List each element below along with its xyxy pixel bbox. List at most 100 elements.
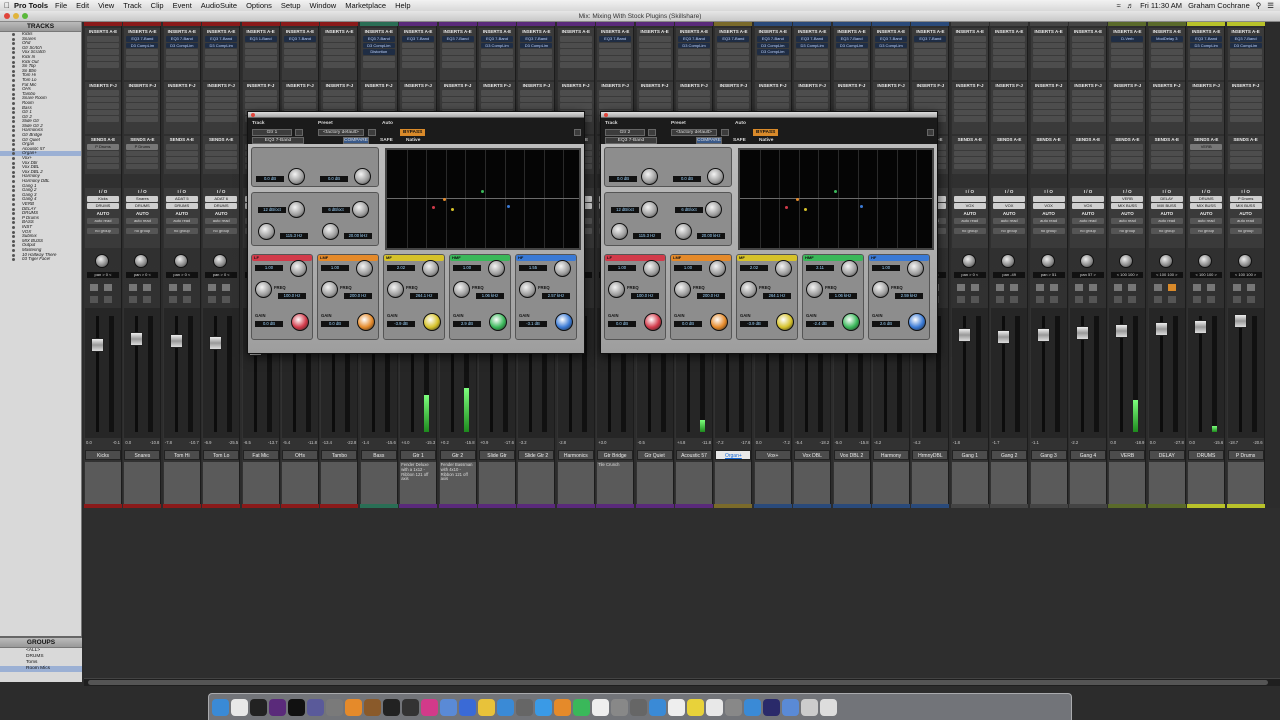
mute-button[interactable]	[1128, 284, 1137, 291]
track-name[interactable]: DRUMS	[1188, 450, 1225, 460]
record-button[interactable]	[208, 296, 217, 303]
preset-menu-button[interactable]	[368, 129, 376, 136]
empty-insert-slot[interactable]	[1190, 62, 1223, 68]
mute-button[interactable]	[143, 284, 152, 291]
track-name[interactable]: P Drums	[1227, 450, 1264, 460]
empty-insert-slot[interactable]	[559, 62, 592, 68]
empty-insert-slot[interactable]	[323, 55, 356, 61]
empty-insert-slot[interactable]	[1072, 109, 1104, 115]
volume-fader[interactable]	[169, 334, 183, 348]
menu-item-setup[interactable]: Setup	[281, 1, 301, 10]
insert-slot[interactable]: EQ3 7-Band	[678, 36, 710, 42]
band-freq-knob[interactable]	[608, 281, 625, 298]
track-name[interactable]: Tom Hi	[163, 450, 200, 460]
empty-insert-slot[interactable]	[87, 109, 119, 115]
empty-insert-slot[interactable]	[441, 90, 474, 96]
output-selector[interactable]: VOX	[993, 203, 1026, 209]
empty-insert-slot[interactable]	[993, 62, 1026, 68]
empty-insert-slot[interactable]	[126, 116, 159, 122]
compressor-icon[interactable]	[326, 698, 343, 716]
bypass-button[interactable]: BYPASS	[400, 129, 426, 136]
band-q-knob[interactable]	[841, 260, 858, 277]
empty-insert-slot[interactable]	[953, 103, 986, 109]
mute-button[interactable]	[182, 284, 191, 291]
input-monitor-button[interactable]	[143, 296, 152, 303]
volume-fader[interactable]	[1194, 320, 1208, 334]
empty-insert-slot[interactable]	[87, 90, 119, 96]
empty-send-slot[interactable]	[205, 150, 238, 156]
empty-insert-slot[interactable]	[362, 90, 395, 96]
empty-insert-slot[interactable]	[953, 55, 986, 61]
empty-insert-slot[interactable]	[1229, 62, 1262, 68]
comments-field[interactable]	[557, 462, 594, 504]
pan-knob[interactable]	[1237, 254, 1252, 268]
input-monitor-button[interactable]	[1167, 296, 1176, 303]
empty-insert-slot[interactable]	[914, 62, 947, 68]
comments-field[interactable]	[1070, 462, 1106, 504]
insert-slot[interactable]: D3 CompLim	[520, 42, 553, 48]
track-name[interactable]: Fat Mic	[242, 450, 279, 460]
empty-insert-slot[interactable]	[520, 103, 553, 109]
empty-insert-slot[interactable]	[441, 96, 474, 102]
empty-send-slot[interactable]	[126, 157, 159, 163]
empty-insert-slot[interactable]	[638, 90, 671, 96]
chrome-icon[interactable]	[231, 698, 248, 716]
automation-mode-selector[interactable]: auto read	[126, 218, 159, 224]
pan-knob[interactable]	[134, 254, 149, 268]
pan-knob[interactable]	[173, 254, 188, 268]
menu-item-help[interactable]: Help	[395, 1, 410, 10]
empty-insert-slot[interactable]	[481, 103, 513, 109]
empty-insert-slot[interactable]	[717, 90, 750, 96]
solo-button[interactable]	[1035, 284, 1044, 291]
empty-send-slot[interactable]	[1229, 163, 1262, 169]
empty-insert-slot[interactable]	[599, 62, 632, 68]
hpf-slope-knob[interactable]	[288, 201, 305, 218]
track-name[interactable]: Tom Lo	[203, 450, 240, 460]
send-slot[interactable]	[1072, 144, 1104, 150]
send-slot[interactable]	[1032, 144, 1065, 150]
compare-button[interactable]: COMPARE	[343, 137, 369, 144]
insert-slot[interactable]: EQ3 7-Band	[717, 36, 750, 42]
empty-insert-slot[interactable]	[205, 55, 238, 61]
preview-icon[interactable]	[440, 698, 457, 716]
solo-button[interactable]	[129, 284, 138, 291]
mixer-scrollbar[interactable]	[84, 678, 1280, 686]
input-monitor-button[interactable]	[1207, 296, 1216, 303]
eq-curve-graph[interactable]	[385, 148, 581, 250]
empty-insert-slot[interactable]	[1072, 103, 1104, 109]
empty-send-slot[interactable]	[1072, 150, 1104, 156]
empty-insert-slot[interactable]	[362, 62, 395, 68]
insert-slot[interactable]: D3 CompLim	[165, 42, 198, 48]
empty-insert-slot[interactable]	[244, 96, 277, 102]
empty-insert-slot[interactable]	[678, 90, 710, 96]
empty-insert-slot[interactable]	[1072, 55, 1104, 61]
compare-button[interactable]: COMPARE	[696, 137, 722, 144]
insert-slot[interactable]: D3 CompLim	[481, 42, 513, 48]
band-gain-knob[interactable]	[644, 313, 662, 331]
empty-insert-slot[interactable]	[87, 103, 119, 109]
band-freq-knob[interactable]	[519, 281, 536, 298]
empty-insert-slot[interactable]	[875, 96, 907, 102]
empty-insert-slot[interactable]	[1032, 49, 1065, 55]
record-button[interactable]	[1075, 296, 1083, 303]
empty-send-slot[interactable]	[993, 157, 1026, 163]
scrollbar-thumb[interactable]	[88, 680, 1268, 685]
eq-band-point[interactable]	[507, 205, 510, 208]
input-selector[interactable]: Kicks	[87, 196, 119, 202]
insert-slot[interactable]: D3 CompLim	[1229, 42, 1262, 48]
fcp-icon[interactable]	[288, 698, 305, 716]
comments-field[interactable]	[321, 462, 358, 504]
band-q-knob[interactable]	[907, 260, 924, 277]
finder-icon[interactable]	[212, 698, 229, 716]
send-slot[interactable]: VERB	[1190, 144, 1223, 150]
user-name[interactable]: Graham Cochrane	[1188, 1, 1250, 10]
empty-insert-slot[interactable]	[165, 55, 198, 61]
empty-insert-slot[interactable]	[520, 96, 553, 102]
rocket-icon[interactable]	[630, 698, 647, 716]
input-selector[interactable]	[1032, 196, 1065, 202]
track-name[interactable]: Gang 2	[991, 450, 1028, 460]
empty-insert-slot[interactable]	[520, 49, 553, 55]
automation-mode-selector[interactable]: auto read	[953, 218, 986, 224]
output-gain-knob[interactable]	[354, 168, 371, 185]
empty-insert-slot[interactable]	[1150, 62, 1183, 68]
